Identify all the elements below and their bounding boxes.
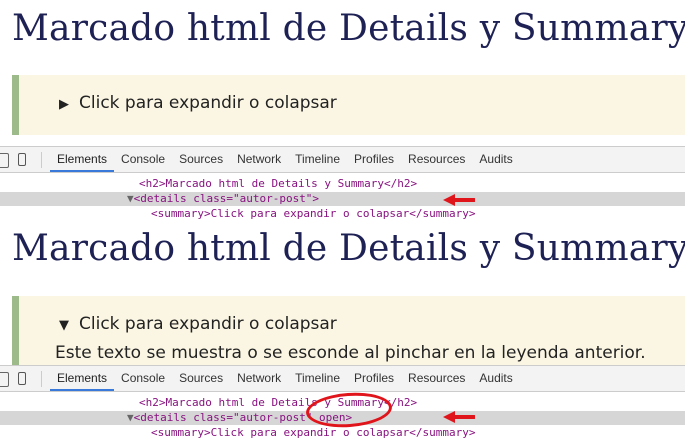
page-title: Marcado html de Details y Summary (12, 228, 685, 269)
devtools-tabs: Elements Console Sources Network Timelin… (50, 366, 520, 391)
red-arrow-annotation (443, 411, 475, 423)
devtools-panel-open: Elements Console Sources Network Timelin… (0, 365, 685, 443)
tab-elements[interactable]: Elements (50, 147, 115, 172)
tab-timeline[interactable]: Timeline (288, 366, 347, 391)
devtools-tabs: Elements Console Sources Network Timelin… (50, 147, 520, 172)
expand-triangle-icon[interactable]: ▼ (127, 192, 134, 205)
details-open[interactable]: ▼ Click para expandir o colapsar Este tex… (12, 296, 685, 365)
tab-resources[interactable]: Resources (401, 366, 472, 391)
page-title: Marcado html de Details y Summary (12, 8, 685, 49)
summary-label: Click para expandir o colapsar (79, 314, 337, 334)
tab-timeline[interactable]: Timeline (288, 147, 347, 172)
tab-console[interactable]: Console (114, 147, 172, 172)
details-content-text: Este texto se muestra o se esconde al pi… (55, 343, 646, 363)
red-arrow-annotation (443, 194, 475, 206)
rendered-page-open: Marcado html de Details y Summary ▼ Click… (0, 222, 685, 365)
device-mode-icon[interactable] (18, 372, 26, 385)
devtools-panel-closed: Elements Console Sources Network Timelin… (0, 146, 685, 222)
expand-triangle-icon[interactable]: ▼ (127, 411, 134, 424)
tab-network[interactable]: Network (230, 366, 288, 391)
tab-console[interactable]: Console (114, 366, 172, 391)
triangle-down-icon: ▼ (59, 318, 69, 333)
rendered-page-closed: Marcado html de Details y Summary ▶ Click… (0, 0, 685, 146)
dom-node-h2[interactable]: <h2>Marcado html de Details y Summary</h… (0, 177, 685, 191)
summary-label: Click para expandir o colapsar (79, 93, 337, 113)
dom-node-summary[interactable]: <summary>Click para expandir o colapsar<… (0, 426, 685, 440)
tab-resources[interactable]: Resources (401, 147, 472, 172)
tab-profiles[interactable]: Profiles (347, 147, 401, 172)
tab-sources[interactable]: Sources (172, 366, 230, 391)
summary-toggle[interactable]: ▼ Click para expandir o colapsar (59, 314, 337, 334)
device-mode-icon[interactable] (18, 153, 26, 166)
tab-elements[interactable]: Elements (50, 366, 115, 391)
toolbar-divider (41, 371, 42, 387)
dom-node-details-selected[interactable]: ▼<details class="autor-post"> (0, 192, 685, 206)
inspect-icon[interactable] (0, 372, 9, 387)
devtools-toolbar: Elements Console Sources Network Timelin… (0, 146, 685, 173)
tab-profiles[interactable]: Profiles (347, 366, 401, 391)
tab-audits[interactable]: Audits (472, 366, 519, 391)
toolbar-divider (41, 152, 42, 168)
devtools-toolbar: Elements Console Sources Network Timelin… (0, 365, 685, 392)
dom-text: <summary>Click para expandir o colapsar<… (151, 426, 476, 439)
tab-audits[interactable]: Audits (472, 147, 519, 172)
triangle-right-icon: ▶ (59, 97, 69, 112)
details-closed[interactable]: ▶ Click para expandir o colapsar (12, 75, 685, 135)
summary-toggle[interactable]: ▶ Click para expandir o colapsar (59, 93, 337, 113)
dom-text: <summary>Click para expandir o colapsar<… (151, 207, 476, 220)
dom-node-summary[interactable]: <summary>Click para expandir o colapsar<… (0, 207, 685, 221)
tab-sources[interactable]: Sources (172, 147, 230, 172)
dom-text: <details class="autor-post"> (133, 192, 320, 205)
tab-network[interactable]: Network (230, 147, 288, 172)
dom-text: <h2>Marcado html de Details y Summary</h… (139, 177, 418, 190)
inspect-icon[interactable] (0, 153, 9, 168)
